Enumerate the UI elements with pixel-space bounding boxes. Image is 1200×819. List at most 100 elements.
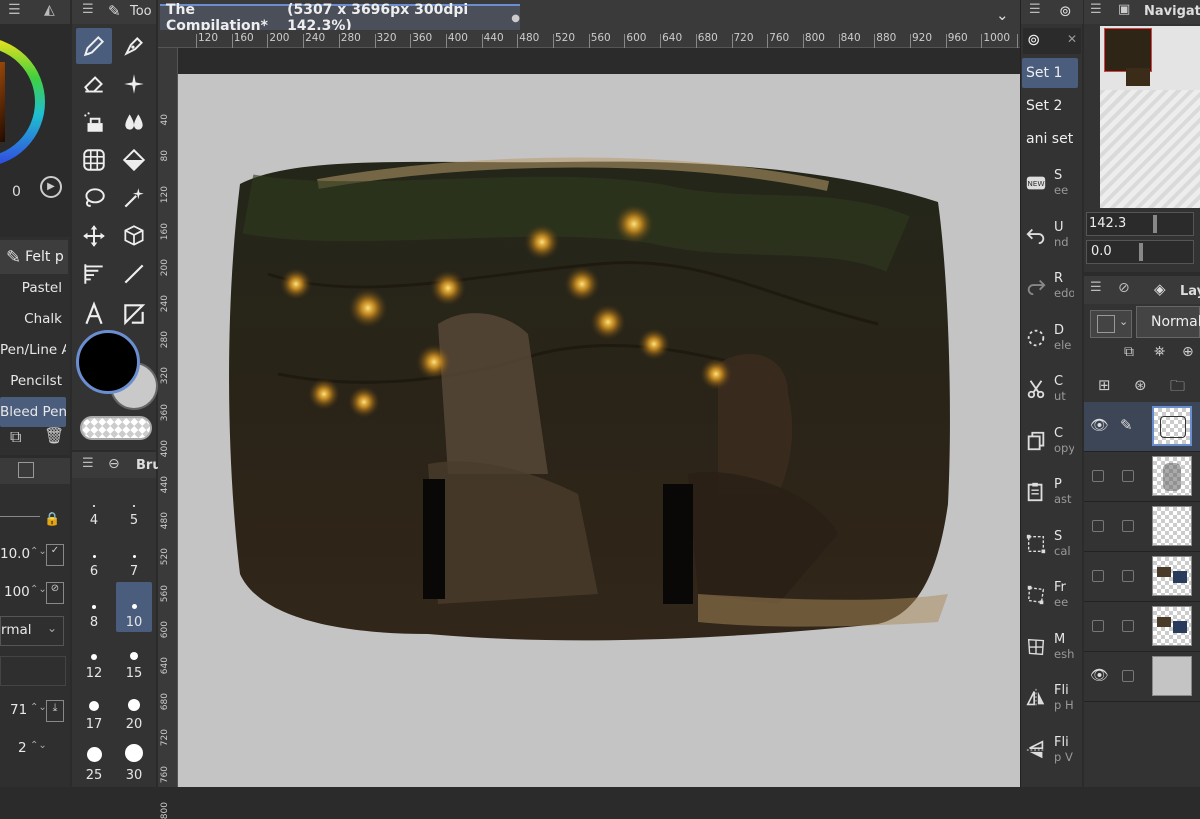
segment-bar[interactable] [0, 656, 66, 686]
size-value[interactable]: 10.0 [0, 546, 30, 562]
brush-size-item[interactable]: 17 [76, 684, 112, 734]
rotation-value[interactable]: 0.0 [1091, 244, 1112, 259]
new-vector-layer-icon[interactable]: ⊛ [1134, 376, 1147, 394]
visibility-checkbox[interactable] [1092, 620, 1104, 632]
lock-checkbox[interactable] [1122, 670, 1134, 682]
trash-icon[interactable]: 🗑 [44, 426, 64, 445]
sub-tool-item[interactable]: Pencilst [0, 366, 66, 396]
duplicate-icon[interactable]: ⧉ [10, 427, 21, 447]
visibility-checkbox[interactable] [1092, 470, 1104, 482]
brush-size-item[interactable]: 8 [76, 582, 112, 632]
command-undo[interactable]: Und [1022, 210, 1074, 260]
clip-icon[interactable]: ⧉ [1124, 344, 1134, 360]
menu-icon[interactable]: ☰ [1029, 2, 1041, 17]
object-icon[interactable] [116, 218, 152, 254]
opacity-pressure-icon[interactable]: ⊘ [46, 582, 64, 604]
layer-row[interactable]: 👁 [1084, 652, 1200, 702]
fill-bucket-icon[interactable] [116, 142, 152, 178]
command-paste[interactable]: Past [1022, 467, 1074, 517]
play-icon[interactable]: ▶ [40, 176, 62, 198]
lock-icon[interactable]: 🔒 [44, 512, 60, 527]
transparent-color-swatch[interactable] [80, 416, 152, 440]
canvas-page[interactable] [178, 74, 1022, 787]
navigator-preview[interactable] [1100, 26, 1200, 208]
lock-checkbox[interactable] [1122, 570, 1134, 582]
text-icon[interactable] [76, 296, 112, 332]
lock-checkbox[interactable] [1122, 520, 1134, 532]
pen-tool-icon[interactable] [76, 28, 112, 64]
edit-pen-icon[interactable]: ✎ [1120, 416, 1133, 434]
brush-size-item[interactable]: 7 [116, 531, 152, 581]
search-row[interactable]: ⊚ ✕ [1023, 28, 1081, 54]
sub-tool-item-selected[interactable]: Bleed Pen [0, 397, 66, 427]
visibility-checkbox[interactable] [1092, 570, 1104, 582]
menu-icon[interactable]: ☰ [8, 2, 21, 18]
reference-icon[interactable]: ⛯ [1154, 344, 1165, 360]
menu-icon[interactable]: ☰ [1090, 2, 1102, 17]
color-wheel[interactable] [0, 32, 50, 172]
density-value[interactable]: 71 [10, 702, 27, 718]
zoom-slider[interactable]: 142.3 [1086, 212, 1194, 236]
command-deselect[interactable]: Dele [1022, 313, 1074, 363]
download-icon[interactable]: ⤓ [46, 700, 64, 722]
magic-wand-icon[interactable] [116, 180, 152, 216]
layer-color-box[interactable]: ⌄ [1090, 310, 1132, 338]
stepper-icon[interactable]: ⌃⌄ [30, 740, 47, 751]
action-set-1[interactable]: Set 1 [1022, 58, 1078, 88]
layer-row[interactable] [1084, 552, 1200, 602]
command-redo[interactable]: Redo [1022, 261, 1074, 311]
command-scale[interactable]: Scal [1022, 519, 1074, 569]
command-free-transform[interactable]: Fr ee [1022, 570, 1074, 620]
stepper-icon[interactable]: ⌃⌄ [30, 546, 47, 557]
close-icon[interactable]: ✕ [1067, 32, 1077, 46]
command-flip-h[interactable]: Fli p H [1022, 673, 1074, 723]
navigator-viewport[interactable] [1104, 28, 1152, 72]
opacity-row[interactable]: 100 ⌃⌄ ⊘ [0, 576, 66, 610]
menu-icon[interactable]: ☰ [1090, 280, 1102, 295]
gradient-lines-icon[interactable] [76, 256, 112, 292]
blend-row[interactable]: rmal ⌄ [0, 616, 64, 646]
brush-size-item[interactable]: 30 [116, 735, 152, 785]
new-folder-icon[interactable]: 🗀 [1170, 376, 1185, 401]
sparkle-icon[interactable] [116, 66, 152, 102]
canvas-pasteboard[interactable] [178, 48, 1022, 787]
eye-icon[interactable]: 👁 [1090, 666, 1109, 684]
stepper-icon[interactable]: ⌃⌄ [30, 584, 47, 595]
layer-row[interactable] [1084, 452, 1200, 502]
sub-tool-item[interactable]: Chalk [0, 304, 66, 334]
value2-value[interactable]: 2 [18, 740, 27, 756]
chevron-down-icon[interactable]: ⌄ [996, 6, 1009, 24]
brush-size-item[interactable]: 6 [76, 531, 112, 581]
pen-nib-icon[interactable] [116, 28, 152, 64]
lasso-icon[interactable] [76, 180, 112, 216]
brush-size-item[interactable]: 5 [116, 480, 152, 530]
sub-tool-item[interactable]: Pastel [0, 273, 66, 303]
layer-row[interactable] [1084, 502, 1200, 552]
brush-size-item[interactable]: 25 [76, 735, 112, 785]
lock-checkbox[interactable] [1122, 470, 1134, 482]
menu-icon[interactable]: ☰ [82, 456, 94, 471]
rotation-slider-handle[interactable] [1139, 243, 1143, 261]
opacity-value[interactable]: 100 [4, 584, 30, 600]
brush-size-item[interactable]: 12 [76, 633, 112, 683]
visibility-checkbox[interactable] [1092, 520, 1104, 532]
new-raster-layer-icon[interactable]: ⊞ [1098, 376, 1111, 394]
size-row[interactable]: 10.0 ⌃⌄ ✓ [0, 540, 66, 574]
command-mesh[interactable]: Mesh [1022, 622, 1074, 672]
stepper-icon[interactable]: ⌃⌄ [30, 702, 47, 713]
main-color-swatch[interactable] [76, 330, 140, 394]
lock-checkbox[interactable] [1122, 620, 1134, 632]
command-new[interactable]: NEW See [1022, 158, 1074, 208]
layer-row[interactable]: 👁 ✎ [1084, 402, 1200, 452]
blend-mode-select[interactable]: Normal [1136, 306, 1200, 338]
layer-row[interactable] [1084, 602, 1200, 652]
brush-size-item[interactable]: 20 [116, 684, 152, 734]
frame-icon[interactable] [116, 296, 152, 332]
value2-row[interactable]: 2 ⌃⌄ [0, 734, 66, 768]
command-cut[interactable]: Cut [1022, 364, 1074, 414]
pressure-icon[interactable]: ✓ [46, 544, 64, 566]
zoom-slider-handle[interactable] [1153, 215, 1157, 233]
brush-size-item[interactable]: 15 [116, 633, 152, 683]
line-icon[interactable] [116, 256, 152, 292]
eye-icon[interactable]: 👁 [1090, 416, 1109, 434]
